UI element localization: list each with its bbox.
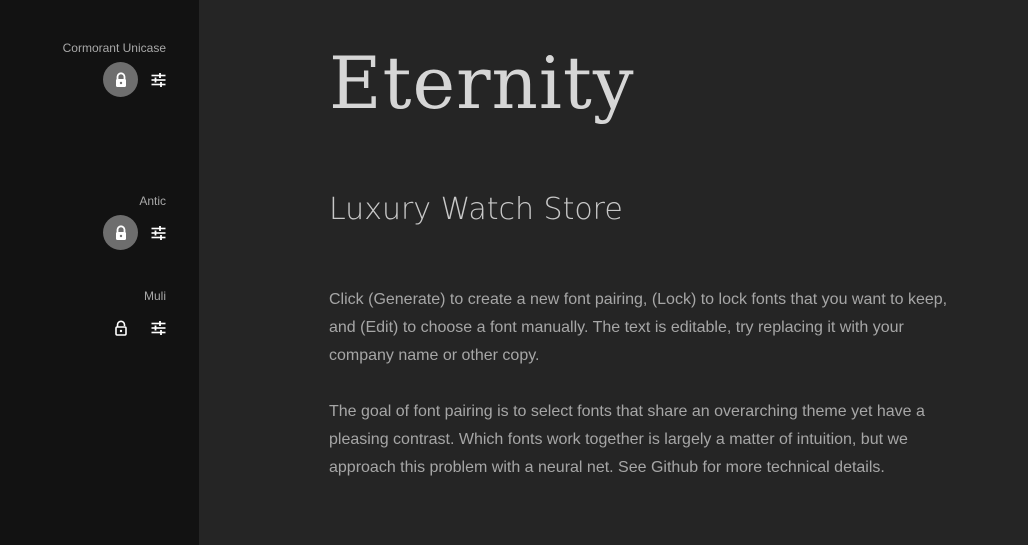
- preview-paragraph[interactable]: Click (Generate) to create a new font pa…: [329, 286, 949, 370]
- lock-button[interactable]: [103, 62, 138, 97]
- font-name-label: Cormorant Unicase: [62, 41, 166, 55]
- sliders-icon: [151, 225, 165, 240]
- font-name-label: Muli: [143, 289, 166, 303]
- edit-font-button[interactable]: [150, 72, 166, 88]
- font-control-subheading: Antic: [103, 194, 166, 250]
- font-controls: [103, 215, 166, 250]
- font-controls: [103, 310, 166, 345]
- lock-button[interactable]: [103, 310, 138, 345]
- sliders-icon: [151, 320, 165, 335]
- preview-paragraph[interactable]: The goal of font pairing is to select fo…: [329, 398, 949, 482]
- lock-icon: [115, 224, 126, 240]
- edit-font-button[interactable]: [150, 225, 166, 241]
- edit-font-button[interactable]: [150, 320, 166, 336]
- font-control-body: Muli: [103, 289, 166, 345]
- preview-area: Eternity Luxury Watch Store Click (Gener…: [199, 0, 1028, 545]
- font-controls: [63, 62, 166, 97]
- sidebar: Cormorant Unicase Antic Muli: [0, 0, 199, 545]
- app: Cormorant Unicase Antic Muli Eternity Lu…: [0, 0, 1028, 545]
- preview-heading[interactable]: Eternity: [329, 38, 635, 128]
- unlock-icon: [114, 320, 127, 336]
- sliders-icon: [151, 72, 165, 87]
- lock-icon: [115, 71, 126, 87]
- font-name-label: Antic: [139, 194, 166, 208]
- font-control-heading: Cormorant Unicase: [63, 41, 166, 97]
- lock-button[interactable]: [103, 215, 138, 250]
- preview-subheading[interactable]: Luxury Watch Store: [329, 190, 623, 230]
